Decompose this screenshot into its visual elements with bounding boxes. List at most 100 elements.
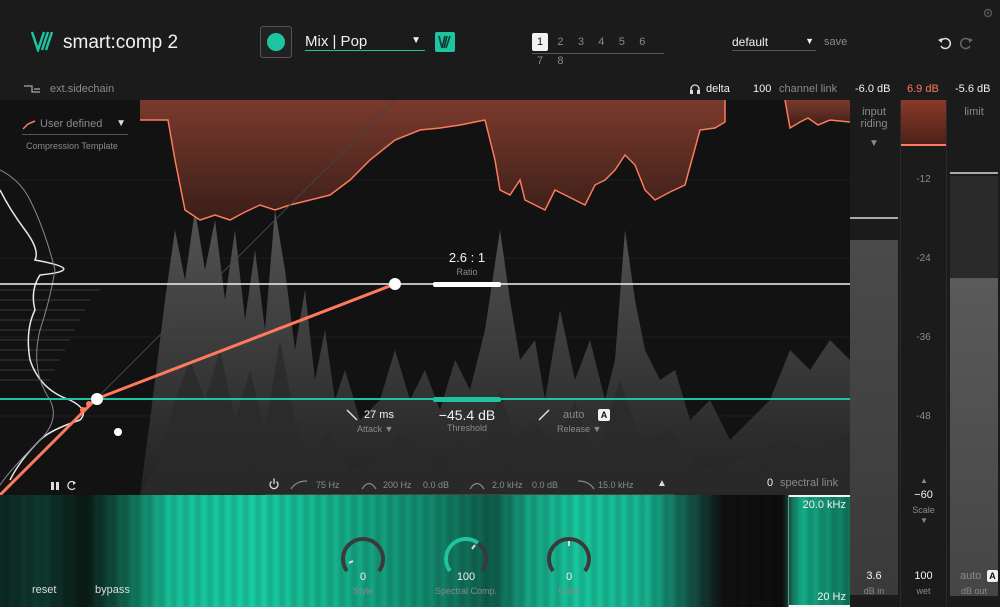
- scale-min-value[interactable]: −60: [900, 489, 947, 501]
- spectral-comp-value: 100: [456, 571, 476, 583]
- scale-tick: -12: [916, 174, 931, 185]
- compression-template-dropdown[interactable]: User defined ▼: [22, 117, 128, 135]
- channel-link-label: channel link: [779, 83, 838, 95]
- ratio-slider-handle[interactable]: [433, 282, 501, 287]
- header-bar: smart:comp 2 Mix | Pop ▼ 1 2 3 4 5 6 7 8…: [0, 0, 1000, 78]
- reset-button[interactable]: reset: [32, 584, 56, 596]
- preset-slot-6[interactable]: 6: [634, 33, 650, 51]
- profile-power-button[interactable]: [260, 26, 292, 58]
- threshold-value[interactable]: −45.4 dB: [427, 407, 507, 423]
- eq-band4-value[interactable]: 15.0 kHz: [598, 480, 634, 490]
- preset-slot-5[interactable]: 5: [614, 33, 630, 51]
- eq-power-icon[interactable]: [268, 478, 280, 490]
- chevron-up-icon[interactable]: ▲: [657, 478, 667, 489]
- delta-toggle[interactable]: delta: [706, 83, 730, 95]
- settings-gear-icon[interactable]: [982, 6, 994, 24]
- eq-strip: 75 Hz 200 Hz 0.0 dB 2.0 kHz 0.0 dB 15.0 …: [265, 478, 675, 495]
- style-value: 0: [359, 571, 367, 583]
- profile-value: Mix | Pop: [305, 33, 368, 50]
- eq-band3-freq[interactable]: 2.0 kHz: [492, 480, 523, 490]
- threshold-slider-handle[interactable]: [433, 397, 501, 402]
- limit-label: limit: [964, 106, 984, 118]
- refresh-icon[interactable]: [66, 478, 77, 495]
- out-auto-badge[interactable]: A: [987, 570, 998, 582]
- release-curve-icon: [538, 408, 550, 426]
- chevron-down-icon[interactable]: ▼: [385, 424, 394, 434]
- eq-band2-gain[interactable]: 0.0 dB: [423, 480, 449, 490]
- input-peak-marker: [850, 217, 898, 219]
- save-button[interactable]: save: [824, 36, 847, 48]
- preset-dropdown[interactable]: default ▼: [732, 35, 816, 51]
- input-level-meter: [850, 240, 898, 595]
- highpass-filter-icon[interactable]: [290, 480, 308, 490]
- headphones-icon: [689, 83, 701, 98]
- sonible-logo-icon: [438, 35, 451, 49]
- chevron-down-icon[interactable]: ▼: [593, 424, 602, 434]
- output-peak-marker: [950, 172, 998, 174]
- spectral-link-label: spectral link: [780, 477, 839, 489]
- app-title: smart:comp 2: [63, 32, 179, 53]
- scale-tick: -24: [916, 253, 931, 264]
- db-in-value[interactable]: 3.6: [850, 570, 898, 582]
- profile-dropdown[interactable]: Mix | Pop ▼: [305, 33, 425, 51]
- preset-slot-8[interactable]: 8: [552, 52, 568, 70]
- freq-top-value[interactable]: 20.0 kHz: [803, 499, 846, 511]
- ratio-value[interactable]: 2.6 : 1: [427, 250, 507, 265]
- input-riding-label: input riding: [850, 106, 898, 130]
- bypass-button[interactable]: bypass: [95, 584, 130, 596]
- gain-reduction-area: [140, 100, 725, 220]
- gain-reduction-readout: 6.9 dB: [907, 83, 939, 95]
- release-value[interactable]: auto: [563, 409, 584, 421]
- preset-slot-7[interactable]: 7: [532, 52, 548, 70]
- eq-band1-value[interactable]: 75 Hz: [316, 480, 340, 490]
- preset-slot-4[interactable]: 4: [593, 33, 609, 51]
- template-value: User defined: [40, 118, 103, 130]
- spectral-link-value[interactable]: 0: [767, 477, 773, 489]
- wet-label: wet: [916, 586, 931, 596]
- bell-filter-icon[interactable]: [361, 480, 377, 490]
- freq-bottom-value[interactable]: 20 Hz: [817, 591, 846, 603]
- redo-icon[interactable]: [958, 35, 974, 56]
- wet-value[interactable]: 100: [900, 570, 947, 582]
- sidechain-icon: [24, 84, 40, 97]
- out-value[interactable]: auto: [960, 570, 981, 582]
- level-histogram-curve: [0, 189, 85, 481]
- preset-slot-3[interactable]: 3: [573, 33, 589, 51]
- level-marker-dot: [114, 428, 122, 436]
- attack-value[interactable]: 27 ms: [364, 409, 394, 421]
- chevron-down-icon[interactable]: ▼: [920, 516, 928, 525]
- sub-header-bar: ext.sidechain delta 100 channel link -6.…: [0, 78, 1000, 100]
- sonible-ai-button[interactable]: [435, 32, 455, 52]
- ratio-label: Ratio: [456, 267, 478, 277]
- compression-display[interactable]: 2.6 : 1 Ratio −45.4 dB Threshold 27 ms A…: [0, 100, 850, 495]
- preset-name: default: [732, 35, 769, 49]
- bell-filter-icon[interactable]: [469, 480, 485, 490]
- scale-label: Scale: [912, 505, 935, 515]
- chevron-up-icon[interactable]: ▲: [920, 476, 928, 485]
- chevron-down-icon: ▼: [411, 35, 421, 46]
- threshold-knee-handle[interactable]: [91, 393, 103, 405]
- preset-slot-1[interactable]: 1: [532, 33, 548, 51]
- preset-slot-2[interactable]: 2: [552, 33, 568, 51]
- meter-section: input riding ▼ limit -12 -24 -36 -48 ▲ −…: [850, 100, 1000, 607]
- chevron-down-icon: ▼: [116, 118, 126, 129]
- scale-tick: -36: [916, 332, 931, 343]
- undo-icon[interactable]: [937, 35, 953, 56]
- attack-label-text: Attack: [357, 424, 383, 434]
- release-label-text: Release: [557, 424, 591, 434]
- chevron-down-icon[interactable]: ▼: [869, 138, 879, 149]
- eq-band2-freq[interactable]: 200 Hz: [383, 480, 412, 490]
- ratio-knee-handle[interactable]: [389, 278, 401, 290]
- power-indicator-icon: [267, 33, 285, 51]
- frequency-range-selector[interactable]: 20.0 kHz 20 Hz: [788, 495, 850, 607]
- eq-band3-gain[interactable]: 0.0 dB: [532, 480, 558, 490]
- attack-label: Attack ▼: [357, 424, 393, 434]
- spectrum-graph: [0, 100, 850, 495]
- channel-link-value[interactable]: 100: [753, 83, 771, 95]
- input-riding-label-line2: riding: [860, 118, 888, 130]
- lowpass-filter-icon[interactable]: [577, 480, 595, 490]
- ext-sidechain-toggle[interactable]: ext.sidechain: [50, 83, 114, 95]
- pause-icon[interactable]: [50, 478, 60, 495]
- template-caption: Compression Template: [26, 141, 118, 151]
- release-auto-badge[interactable]: A: [598, 409, 610, 421]
